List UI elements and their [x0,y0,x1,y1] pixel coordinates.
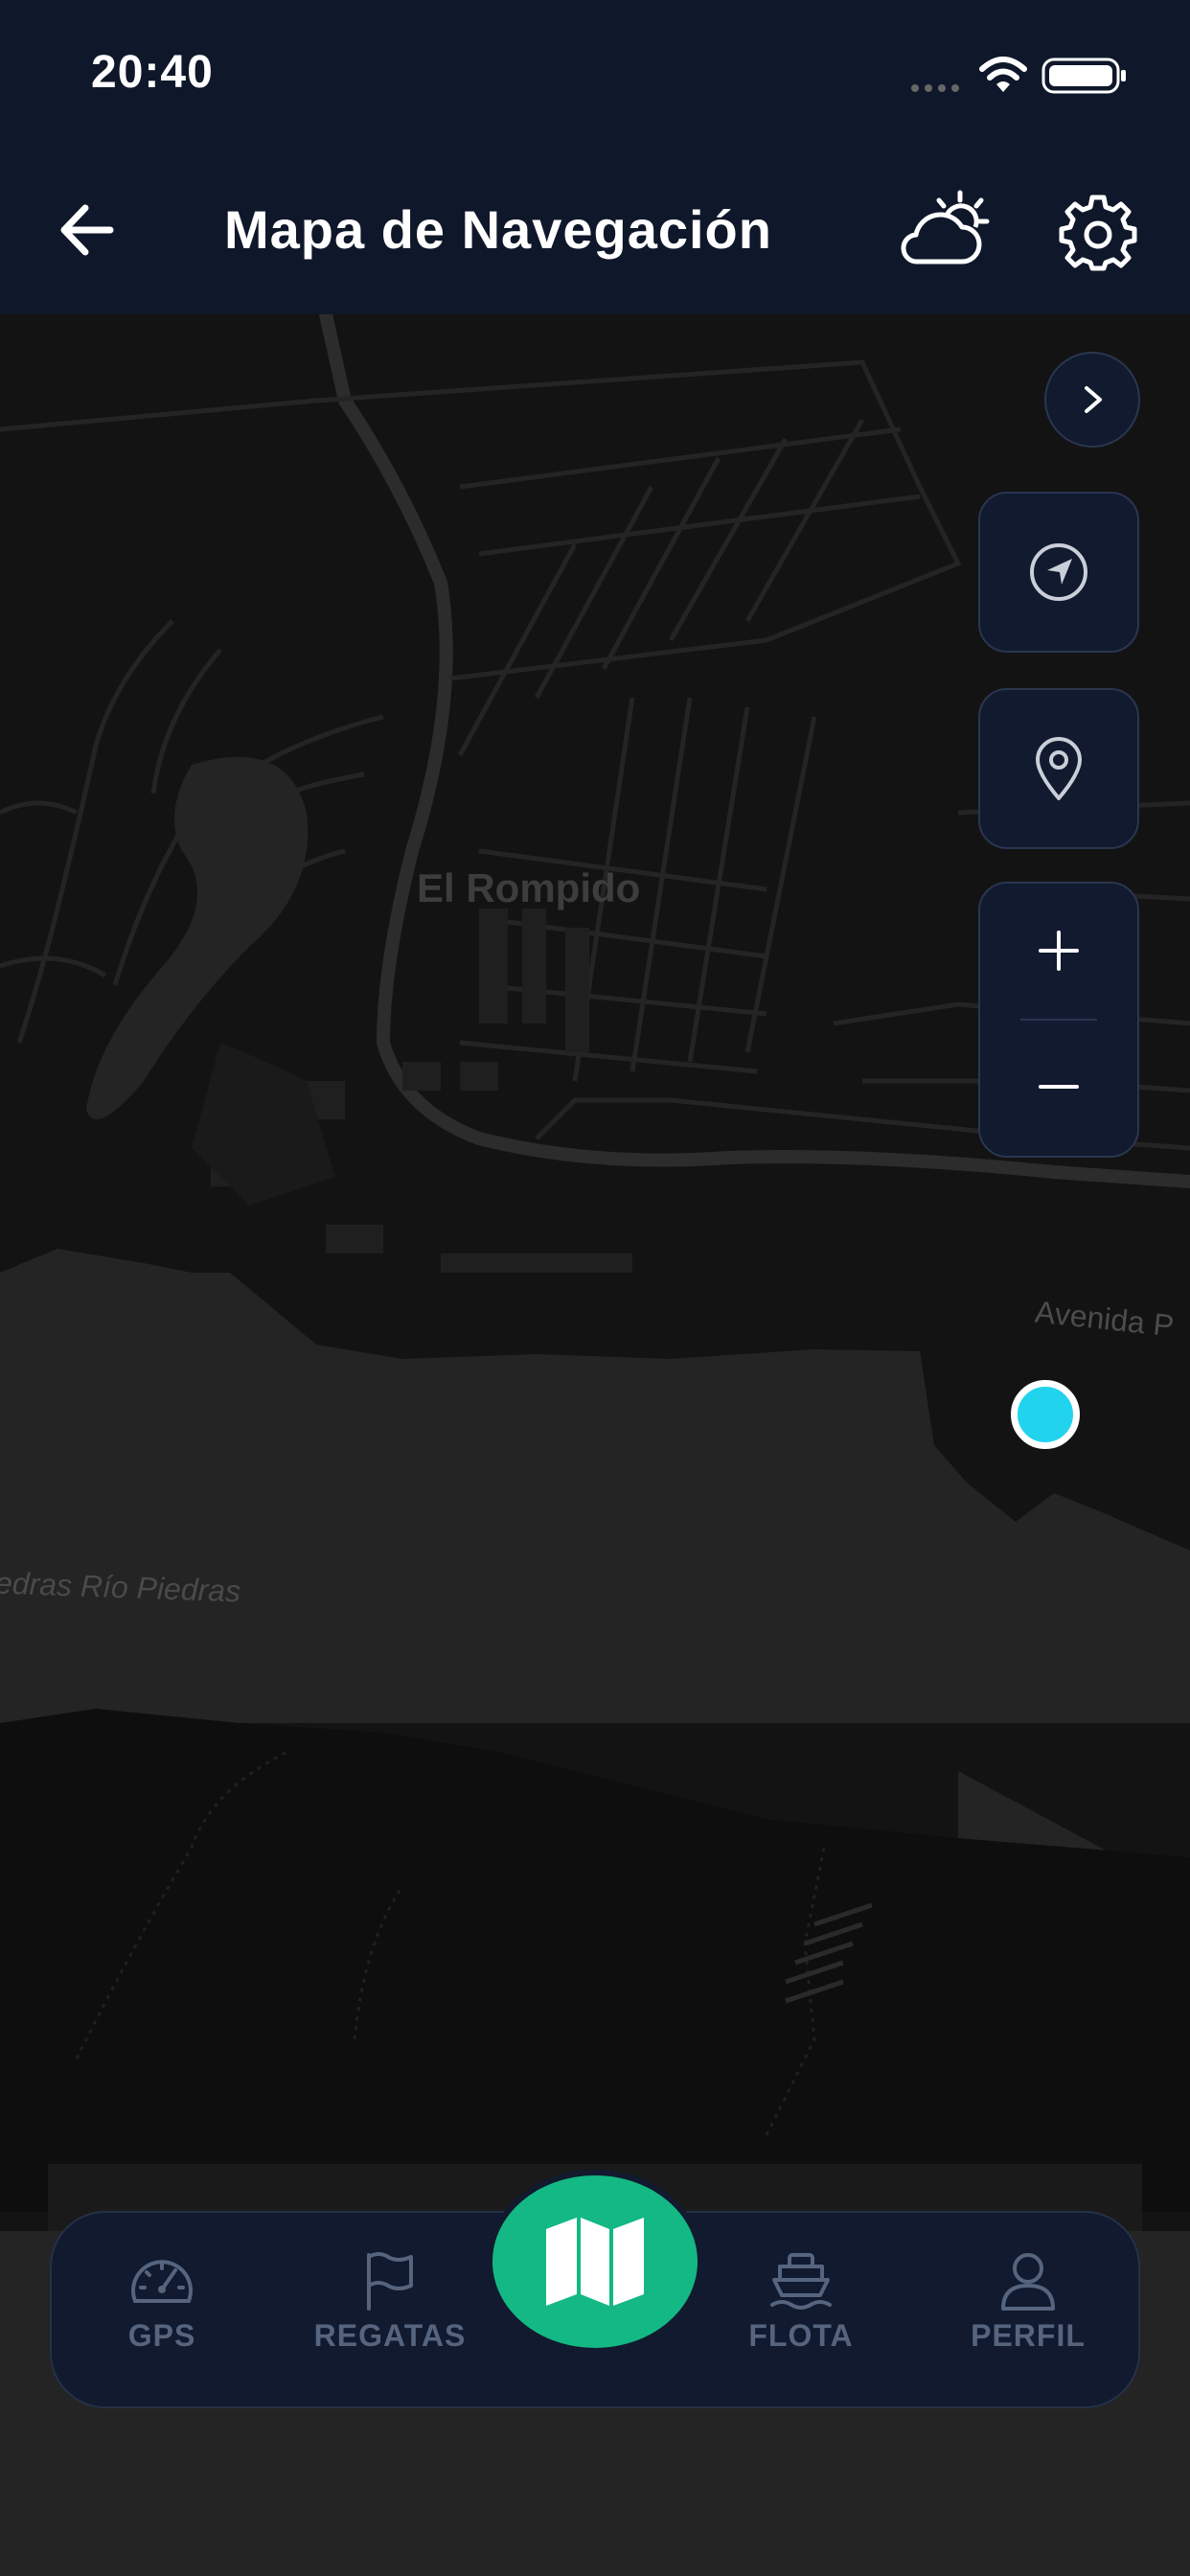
status-time: 20:40 [91,47,214,98]
page-title: Mapa de Navegación [224,199,772,260]
navigation-arrow-icon [1030,543,1087,601]
flag-icon [367,2252,413,2311]
nav-label-regatas: REGATAS [313,2318,467,2353]
nav-label-gps: GPS [127,2318,196,2353]
user-icon [1001,2253,1055,2311]
weather-button[interactable] [899,187,990,273]
nav-item-regatas[interactable]: REGATAS [294,2251,486,2385]
boat-icon [770,2253,832,2310]
nav-item-perfil[interactable]: PERFIL [932,2251,1124,2385]
center-navigation-button[interactable] [978,492,1139,653]
nav-item-flota[interactable]: FLOTA [705,2251,897,2385]
signal-icon [911,57,1126,94]
zoom-in-button[interactable] [980,884,1137,1018]
status-icons [907,52,1137,100]
plus-icon [1039,931,1079,971]
location-pin-button[interactable] [978,688,1139,849]
nav-item-gps[interactable]: GPS [66,2251,258,2385]
partly-cloudy-icon [901,190,990,264]
settings-button[interactable] [1058,192,1138,272]
speedometer-icon [131,2260,193,2303]
current-location-marker[interactable] [1011,1380,1080,1449]
zoom-controls [978,882,1139,1158]
map-pin-icon [1036,737,1082,800]
back-button[interactable] [53,196,120,264]
map-icon [546,2218,644,2306]
app-header: Mapa de Navegación [0,144,1190,314]
gear-icon [1059,195,1137,271]
arrow-left-icon [60,204,114,256]
minus-icon [1039,1085,1079,1089]
zoom-out-button[interactable] [980,1020,1137,1154]
nav-label-perfil: PERFIL [971,2318,1086,2353]
nav-label-flota: FLOTA [748,2318,854,2353]
chevron-right-icon [1085,386,1102,413]
expand-panel-button[interactable] [1044,352,1140,448]
map-label-town: El Rompido [417,865,641,910]
nav-item-map[interactable] [487,2170,703,2354]
status-bar: 20:40 [0,0,1190,144]
